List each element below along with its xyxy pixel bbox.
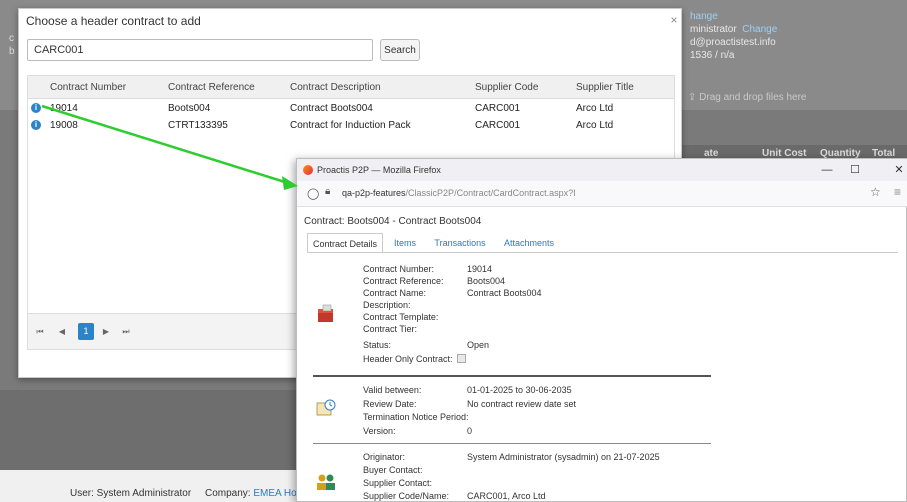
search-button[interactable]: Search	[380, 39, 420, 61]
contract-tabs: Contract Details Items Transactions Atta…	[307, 233, 563, 253]
shield-icon[interactable]: ◯	[307, 187, 319, 200]
contacts-icon	[317, 474, 335, 490]
table-row[interactable]: i 19008 CTRT133395 Contract for Inductio…	[28, 120, 674, 133]
col-supplier-title[interactable]: Supplier Title	[576, 82, 634, 93]
firefox-popup-window: Proactis P2P — Mozilla Firefox — ☐ ✕ ◯ 🔒…	[296, 158, 907, 502]
modal-title: Choose a header contract to add	[26, 14, 201, 28]
prev-page-icon[interactable]: ◀	[56, 325, 68, 339]
bookmark-star-icon[interactable]: ☆	[870, 185, 881, 199]
maximize-icon[interactable]: ☐	[843, 162, 867, 178]
search-input[interactable]	[27, 39, 373, 61]
info-icon[interactable]: i	[31, 120, 41, 130]
close-icon[interactable]: ×	[665, 13, 683, 29]
section-separator	[313, 443, 711, 444]
footer-company: Company: EMEA Ho	[205, 488, 297, 499]
company-link[interactable]: EMEA Ho	[253, 488, 296, 499]
col-contract-reference[interactable]: Contract Reference	[168, 82, 255, 93]
lock-icon[interactable]: 🔒︎	[325, 186, 330, 197]
window-title: Proactis P2P — Mozilla Firefox	[317, 165, 441, 175]
change-user-link[interactable]: Change	[742, 24, 777, 35]
tab-items[interactable]: Items	[387, 233, 423, 253]
menu-icon[interactable]: ≡	[894, 185, 901, 199]
contract-heading: Contract: Boots004 - Contract Boots004	[304, 216, 482, 227]
header-only-checkbox[interactable]	[456, 354, 466, 363]
tab-contract-details[interactable]: Contract Details	[307, 233, 383, 253]
background-dropzone: ⇪ Drag and drop files here	[688, 92, 807, 103]
tab-divider	[307, 252, 898, 253]
grid-header: Contract Number Contract Reference Contr…	[28, 76, 674, 99]
calendar-clock-icon	[316, 399, 336, 416]
first-page-icon[interactable]: ⏮	[34, 325, 46, 339]
next-page-icon[interactable]: ▶	[100, 325, 112, 339]
url-bar[interactable]: ◯ 🔒︎ qa-p2p-features/ClassicP2P/Contract…	[297, 181, 907, 207]
window-close-icon[interactable]: ✕	[887, 162, 907, 178]
col-contract-number[interactable]: Contract Number	[50, 82, 126, 93]
table-row[interactable]: i 19014 Boots004 Contract Boots004 CARC0…	[28, 103, 674, 116]
current-page-button[interactable]: 1	[78, 323, 94, 340]
contract-box-icon	[318, 304, 333, 322]
minimize-icon[interactable]: —	[815, 162, 839, 178]
window-titlebar: Proactis P2P — Mozilla Firefox — ☐ ✕	[297, 159, 907, 181]
tab-attachments[interactable]: Attachments	[497, 233, 561, 253]
url-text[interactable]: qa-p2p-features/ClassicP2P/Contract/Card…	[342, 188, 576, 198]
change-link[interactable]: hange	[690, 10, 907, 23]
tab-transactions[interactable]: Transactions	[427, 233, 493, 253]
background-user-info: hange ministrator Change d@proactistest.…	[690, 10, 907, 62]
background-left-text: c b	[9, 33, 15, 57]
section-separator	[313, 375, 711, 377]
firefox-logo-icon	[303, 165, 313, 175]
last-page-icon[interactable]: ⏭	[120, 325, 132, 339]
footer-user: User: System Administrator	[70, 488, 192, 499]
upload-icon: ⇪	[688, 92, 697, 103]
col-contract-description[interactable]: Contract Description	[290, 82, 381, 93]
info-icon[interactable]: i	[31, 103, 41, 113]
col-supplier-code[interactable]: Supplier Code	[475, 82, 538, 93]
